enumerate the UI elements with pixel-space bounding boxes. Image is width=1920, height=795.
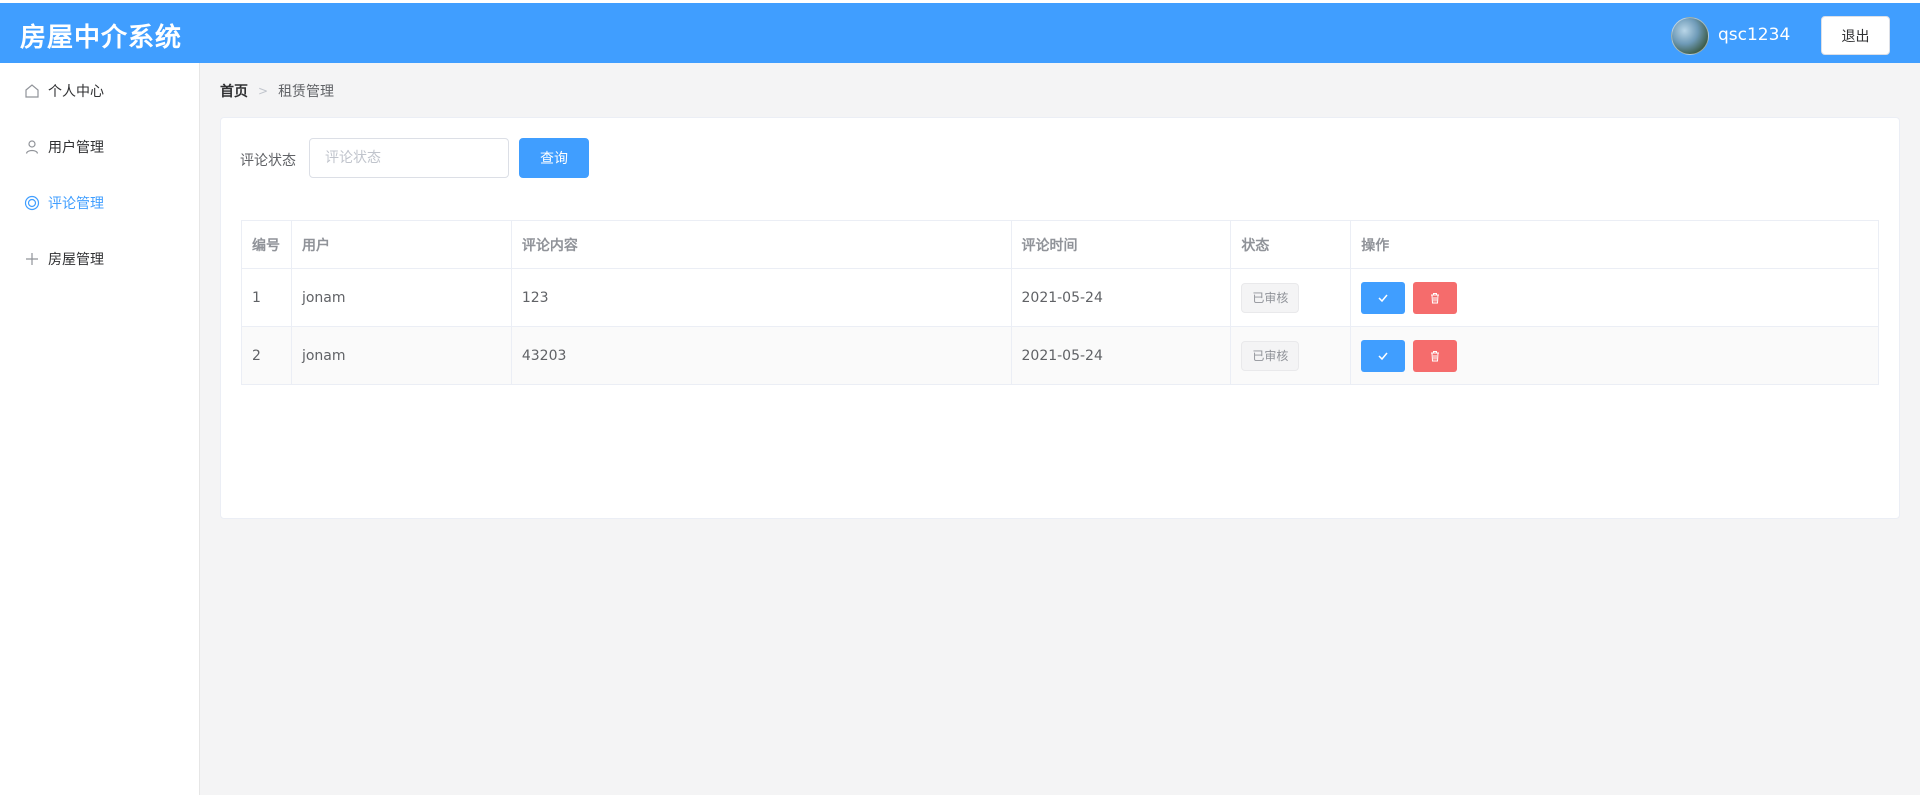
header-content: 评论内容 [510, 220, 1012, 269]
cell-status: 已审核 [1230, 326, 1352, 385]
cell-status: 已审核 [1230, 268, 1352, 327]
chevron-right-icon: > [258, 84, 269, 98]
sidebar-item-profile[interactable]: 个人中心 [0, 63, 199, 119]
sidebar-item-label: 评论管理 [48, 196, 104, 212]
user-icon [24, 139, 40, 155]
header-id: 编号 [241, 220, 292, 269]
avatar[interactable] [1671, 17, 1709, 55]
cell-actions [1350, 326, 1879, 385]
header-user: 用户 [290, 220, 512, 269]
cell-time: 2021-05-24 [1010, 326, 1232, 385]
breadcrumb: 首页 > 租赁管理 [220, 81, 334, 101]
username: qsc1234 [1718, 25, 1791, 45]
cell-user: jonam [290, 268, 512, 327]
check-icon [1378, 294, 1388, 302]
lifebuoy-icon [24, 195, 40, 211]
cell-actions [1350, 268, 1879, 327]
sidebar-item-label: 用户管理 [48, 140, 104, 156]
header-status: 状态 [1230, 220, 1352, 269]
plus-icon [24, 251, 40, 267]
cell-user: jonam [290, 326, 512, 385]
sidebar-item-users[interactable]: 用户管理 [0, 119, 199, 175]
table-header-row: 编号 用户 评论内容 评论时间 状态 操作 [241, 220, 1879, 269]
table-row: 1 jonam 123 2021-05-24 已审核 [241, 268, 1879, 327]
delete-button[interactable] [1413, 339, 1458, 372]
approve-button[interactable] [1361, 281, 1406, 314]
breadcrumb-current: 租赁管理 [278, 84, 335, 100]
delete-button[interactable] [1413, 281, 1458, 314]
approve-button[interactable] [1361, 339, 1406, 372]
cell-time: 2021-05-24 [1010, 268, 1232, 327]
sidebar-item-label: 个人中心 [48, 84, 104, 100]
cell-id: 2 [241, 326, 292, 385]
trash-icon [1431, 350, 1440, 361]
top-header: 房屋中介系统 qsc1234 退出 [0, 0, 1920, 63]
status-badge: 已审核 [1241, 282, 1300, 313]
header-time: 评论时间 [1010, 220, 1232, 269]
trash-icon [1431, 292, 1440, 303]
sidebar-item-houses[interactable]: 房屋管理 [0, 231, 199, 287]
sidebar-item-label: 房屋管理 [48, 252, 104, 268]
logout-button[interactable]: 退出 [1821, 16, 1890, 55]
sidebar: 个人中心 用户管理 评论管理 房屋管理 [0, 63, 200, 795]
table-row: 2 jonam 43203 2021-05-24 已审核 [241, 326, 1879, 385]
status-badge: 已审核 [1241, 340, 1300, 371]
home-icon [24, 83, 40, 99]
sidebar-item-comments[interactable]: 评论管理 [0, 175, 199, 231]
check-icon [1378, 352, 1388, 360]
cell-content: 123 [510, 268, 1012, 327]
filter-label: 评论状态 [240, 153, 296, 169]
header-actions: 操作 [1350, 220, 1879, 269]
comment-status-input[interactable] [309, 138, 509, 178]
comments-table: 编号 用户 评论内容 评论时间 状态 操作 1 jonam 123 2021-0… [241, 220, 1879, 385]
cell-id: 1 [241, 268, 292, 327]
app-title: 房屋中介系统 [20, 23, 183, 53]
query-button[interactable]: 查询 [519, 138, 589, 178]
breadcrumb-home[interactable]: 首页 [220, 81, 248, 101]
cell-content: 43203 [510, 326, 1012, 385]
